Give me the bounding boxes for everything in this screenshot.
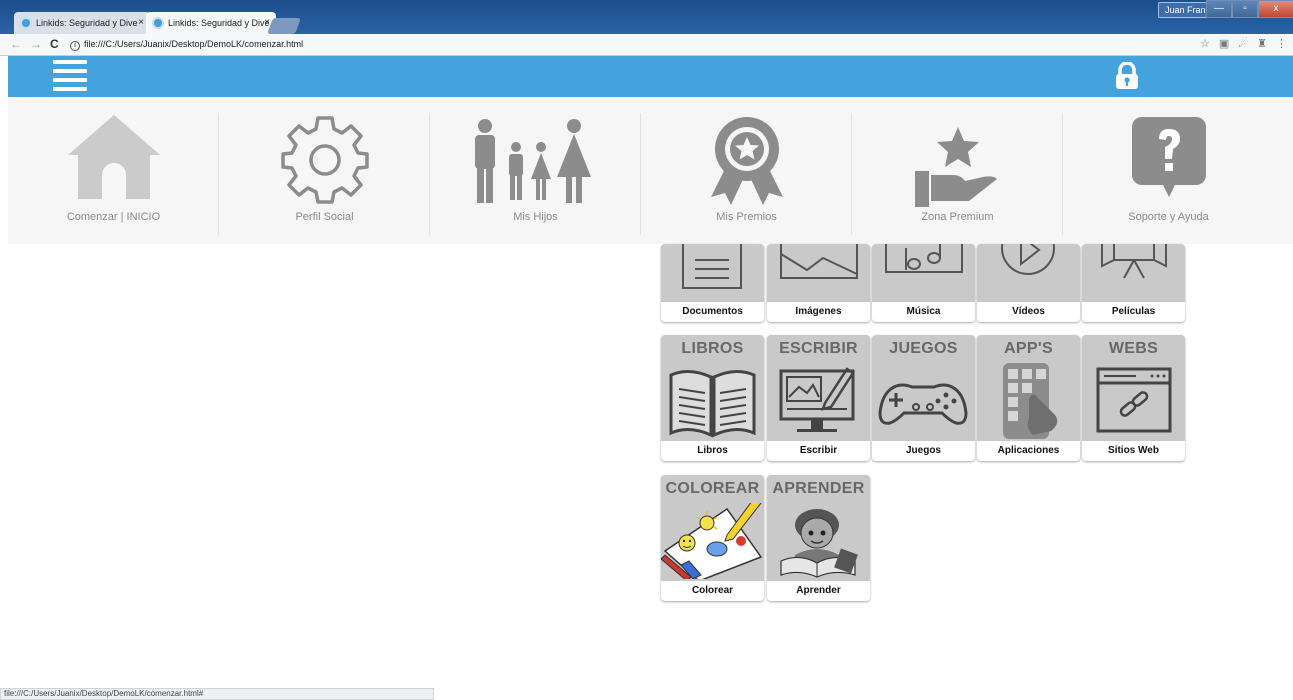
- linkids-favicon-icon: [20, 17, 32, 29]
- family-icon: [474, 119, 591, 203]
- tile-heading: WEBS: [1108, 340, 1159, 357]
- tile-coloring[interactable]: COLOREAR Colorear: [661, 475, 764, 601]
- browser-menu-icon[interactable]: ⋮: [1276, 37, 1287, 50]
- phone-apps-icon: [1003, 363, 1058, 439]
- tile-heading: ESCRIBIR: [779, 340, 858, 357]
- window-controls: — ▫ x: [1206, 0, 1293, 18]
- tile-heading: LIBROS: [681, 340, 744, 357]
- nav-item-my-children[interactable]: Mis Hijos: [430, 97, 641, 244]
- url-input[interactable]: i file:///C:/Users/Juanix/Desktop/DemoLK/…: [70, 36, 1260, 53]
- tile-books[interactable]: LIBROS Libros: [661, 335, 764, 461]
- bookmark-star-icon[interactable]: ☆: [1200, 37, 1210, 50]
- book-icon: [669, 370, 756, 438]
- monitor-pencil-icon: [779, 367, 855, 432]
- tile-heading: APRENDER: [772, 480, 865, 497]
- tile-games[interactable]: JUEGOS Juegos: [872, 335, 975, 461]
- main-navigation: Comenzar | INICIO Perfil Social Mis Hijo…: [8, 97, 1293, 244]
- music-icon: [885, 244, 963, 273]
- nav-item-my-awards[interactable]: Mis Premios: [641, 97, 852, 244]
- tile-write[interactable]: ESCRIBIR Escribir: [767, 335, 870, 461]
- page-info-icon[interactable]: i: [70, 41, 80, 51]
- tile-movies[interactable]: Películas: [1082, 244, 1185, 322]
- url-text: file:///C:/Users/Juanix/Desktop/DemoLK/c…: [84, 39, 304, 49]
- nav-item-social-profile[interactable]: Perfil Social: [219, 97, 430, 244]
- gear-icon: [280, 116, 369, 204]
- tile-videos[interactable]: Vídeos: [977, 244, 1080, 322]
- nav-label-my-awards: Mis Premios: [716, 211, 777, 223]
- tile-learn[interactable]: APRENDER Aprender: [767, 475, 870, 601]
- nav-item-premium-zone[interactable]: Zona Premium: [852, 97, 1063, 244]
- home-icon: [67, 115, 160, 199]
- tile-documents[interactable]: Documentos: [661, 244, 764, 322]
- child-reading-illustration: [780, 509, 858, 578]
- nav-label-my-children: Mis Hijos: [513, 211, 558, 223]
- browser-tab-1[interactable]: Linkids: Seguridad y Dive ×: [14, 12, 150, 34]
- tile-label: Imágenes: [767, 302, 870, 322]
- back-button[interactable]: ←: [10, 37, 22, 51]
- nav-label-support: Soporte y Ayuda: [1128, 211, 1209, 223]
- hand-star-icon: [914, 127, 997, 207]
- browser-status-bar: file:///C:/Users/Juanix/Desktop/DemoLK/c…: [0, 688, 434, 700]
- maximize-button[interactable]: ▫: [1232, 0, 1258, 18]
- nav-item-support[interactable]: Soporte y Ayuda: [1063, 97, 1274, 244]
- extension-icon[interactable]: ♜: [1257, 37, 1267, 50]
- reload-button[interactable]: C: [50, 37, 59, 51]
- padlock-icon[interactable]: [1114, 62, 1140, 90]
- coloring-illustration: [661, 503, 763, 579]
- extension-icon[interactable]: ▣: [1219, 37, 1229, 50]
- movie-camera-icon: [1101, 244, 1167, 279]
- tab-close-icon[interactable]: ×: [138, 12, 144, 34]
- tile-label: Escribir: [767, 441, 870, 461]
- document-icon: [682, 244, 742, 289]
- linkids-favicon-icon: [152, 17, 164, 29]
- tile-label: Películas: [1082, 302, 1185, 322]
- tab-title: Linkids: Seguridad y Dive: [36, 18, 138, 28]
- minimize-button[interactable]: —: [1206, 0, 1232, 18]
- tile-websites[interactable]: WEBS Sitios Web: [1082, 335, 1185, 461]
- browser-link-icon: [1096, 367, 1172, 433]
- tab-title: Linkids: Seguridad y Dive: [168, 18, 270, 28]
- new-tab-button[interactable]: [267, 18, 301, 34]
- tile-label: Aprender: [767, 581, 870, 601]
- tile-images[interactable]: Imágenes: [767, 244, 870, 322]
- award-ribbon-icon: [710, 117, 783, 205]
- tile-music[interactable]: Música: [872, 244, 975, 322]
- address-bar: ← → C i file:///C:/Users/Juanix/Desktop/D…: [0, 34, 1293, 56]
- browser-tab-2[interactable]: Linkids: Seguridad y Dive ×: [146, 12, 276, 34]
- tile-heading: JUEGOS: [889, 340, 958, 357]
- tile-label: Música: [872, 302, 975, 322]
- tile-heading: COLOREAR: [665, 480, 760, 497]
- video-play-icon: [1001, 244, 1055, 275]
- nav-label-social-profile: Perfil Social: [295, 211, 354, 223]
- tile-heading: APP'S: [1004, 340, 1053, 357]
- tile-label: Documentos: [661, 302, 764, 322]
- close-window-button[interactable]: x: [1258, 0, 1293, 18]
- toolbar-extensions: ☆ ▣ ☄ ♜ ⋮: [1200, 37, 1287, 50]
- browser-titlebar: Linkids: Seguridad y Dive × Linkids: Seg…: [0, 0, 1293, 34]
- tile-label: Vídeos: [977, 302, 1080, 322]
- gamepad-icon: [878, 383, 968, 425]
- hamburger-menu-icon[interactable]: [53, 60, 87, 103]
- nav-item-home[interactable]: Comenzar | INICIO: [8, 97, 219, 244]
- forward-button[interactable]: →: [30, 37, 42, 51]
- tile-label: Sitios Web: [1082, 441, 1185, 461]
- tile-label: Juegos: [872, 441, 975, 461]
- tile-label: Aplicaciones: [977, 441, 1080, 461]
- tile-label: Colorear: [661, 581, 764, 601]
- help-bubble-icon: [1131, 117, 1206, 197]
- nav-label-home: Comenzar | INICIO: [66, 211, 161, 223]
- nav-label-premium-zone: Zona Premium: [921, 211, 994, 223]
- app-header: [8, 56, 1293, 103]
- extension-icon[interactable]: ☄: [1238, 37, 1248, 50]
- image-icon: [780, 244, 858, 279]
- tile-apps[interactable]: APP'S Aplicaciones: [977, 335, 1080, 461]
- tile-label: Libros: [661, 441, 764, 461]
